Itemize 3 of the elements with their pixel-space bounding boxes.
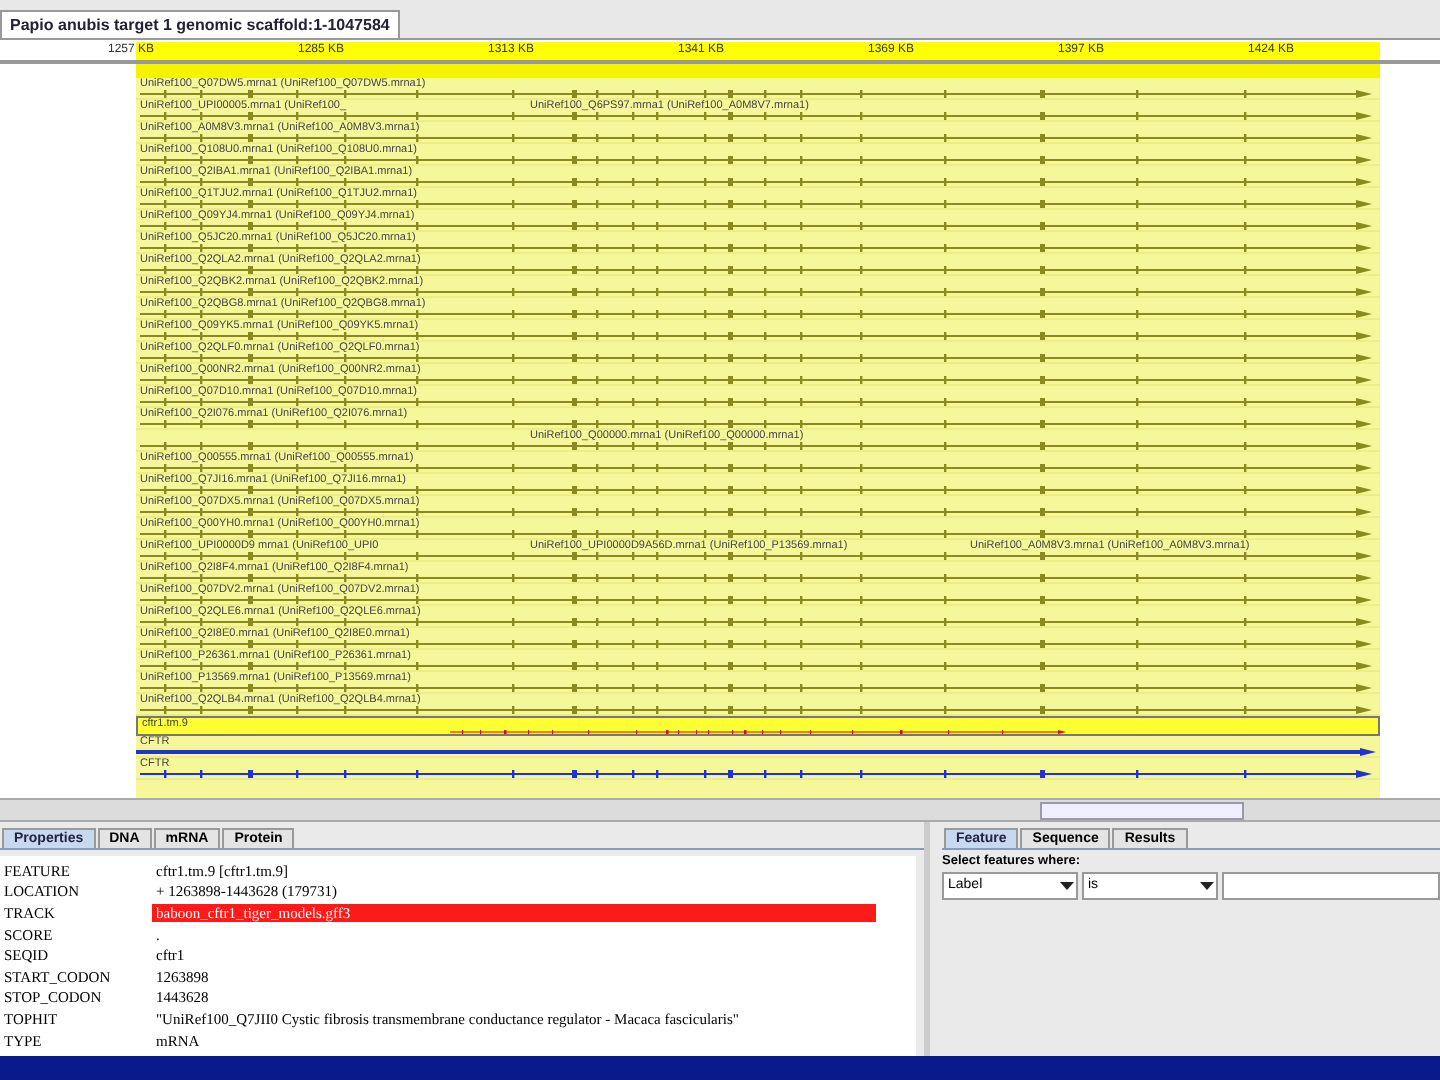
input-field[interactable]: [1222, 871, 1440, 900]
view-tab[interactable]: Papio anubis target 1 genomic scaffold:1-1047584: [0, 9, 400, 38]
scrollbar-thumb[interactable]: [1040, 802, 1244, 821]
